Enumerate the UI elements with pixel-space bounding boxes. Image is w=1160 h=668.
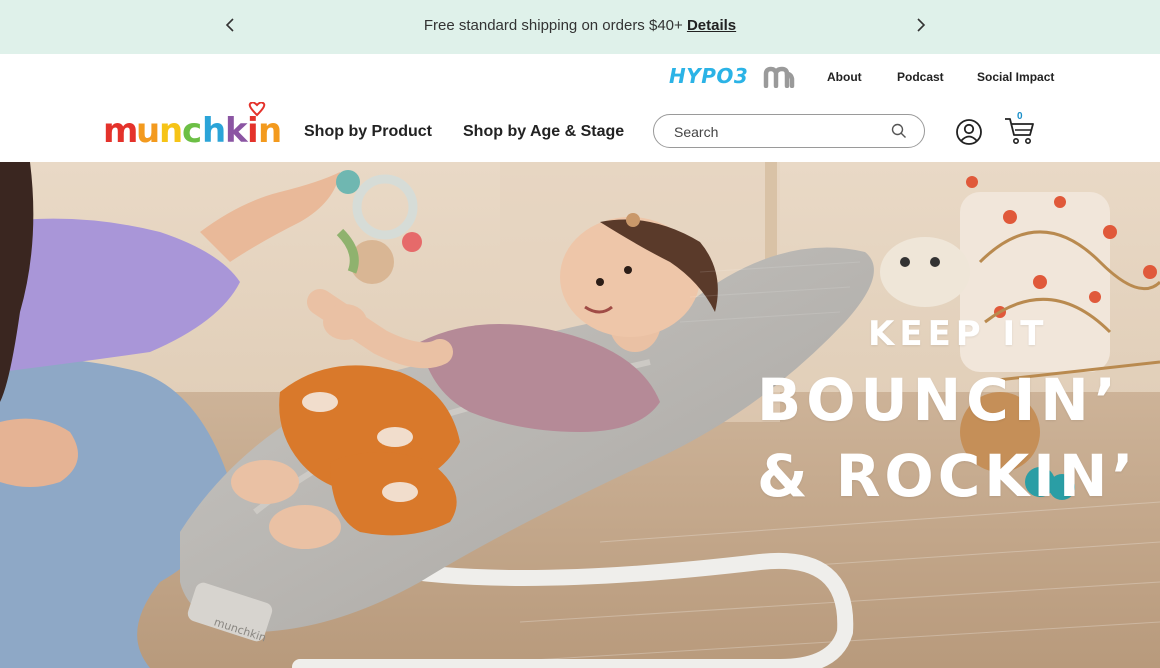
promo-details-link[interactable]: Details <box>687 17 736 34</box>
logo-letter: k <box>225 111 249 148</box>
promo-message: Free standard shipping on orders $40+ De… <box>0 17 1160 34</box>
about-link[interactable]: About <box>827 70 862 84</box>
cart-icon <box>1005 118 1034 144</box>
cart-button[interactable] <box>1004 116 1036 151</box>
search-box <box>653 114 925 148</box>
logo-letter: m <box>103 111 138 148</box>
account-icon <box>956 119 982 145</box>
logo-letter: n <box>159 111 183 148</box>
podcast-link[interactable]: Podcast <box>897 70 944 84</box>
munchkin-logo[interactable]: m u n c h k i n <box>103 101 285 153</box>
hero-line1: KEEP IT <box>868 314 1049 354</box>
search-button[interactable] <box>891 123 907 144</box>
hero-line2: BOUNCIN’ <box>757 366 1121 434</box>
logo-letter: h <box>202 111 226 148</box>
promo-bar: Free standard shipping on orders $40+ De… <box>0 0 1160 54</box>
m-brand-icon <box>763 66 795 89</box>
chevron-right-icon <box>917 18 926 32</box>
hypo3-link[interactable]: HYPO3 <box>669 64 748 88</box>
search-input[interactable] <box>672 122 876 142</box>
hero-banner[interactable]: munchkin KEEP IT BOUNCIN’ & ROCKIN’ <box>0 162 1160 668</box>
logo-letter: c <box>182 111 202 148</box>
promo-message-text: Free standard shipping on orders $40+ <box>423 17 683 34</box>
promo-next-button[interactable] <box>911 13 931 37</box>
logo-letter: i <box>247 111 259 148</box>
social-impact-link[interactable]: Social Impact <box>977 70 1054 84</box>
nav-shop-by-product[interactable]: Shop by Product <box>304 123 432 141</box>
search-icon <box>891 123 906 138</box>
logo-letter: u <box>136 111 160 148</box>
hero-line3: & ROCKIN’ <box>757 442 1138 510</box>
m-brand-link[interactable] <box>762 66 796 93</box>
nav-shop-by-age-stage[interactable]: Shop by Age & Stage <box>463 123 624 141</box>
utility-nav: HYPO3 About Podcast Social Impact <box>0 62 1160 92</box>
account-button[interactable] <box>955 118 983 151</box>
logo-letter: n <box>258 111 282 148</box>
